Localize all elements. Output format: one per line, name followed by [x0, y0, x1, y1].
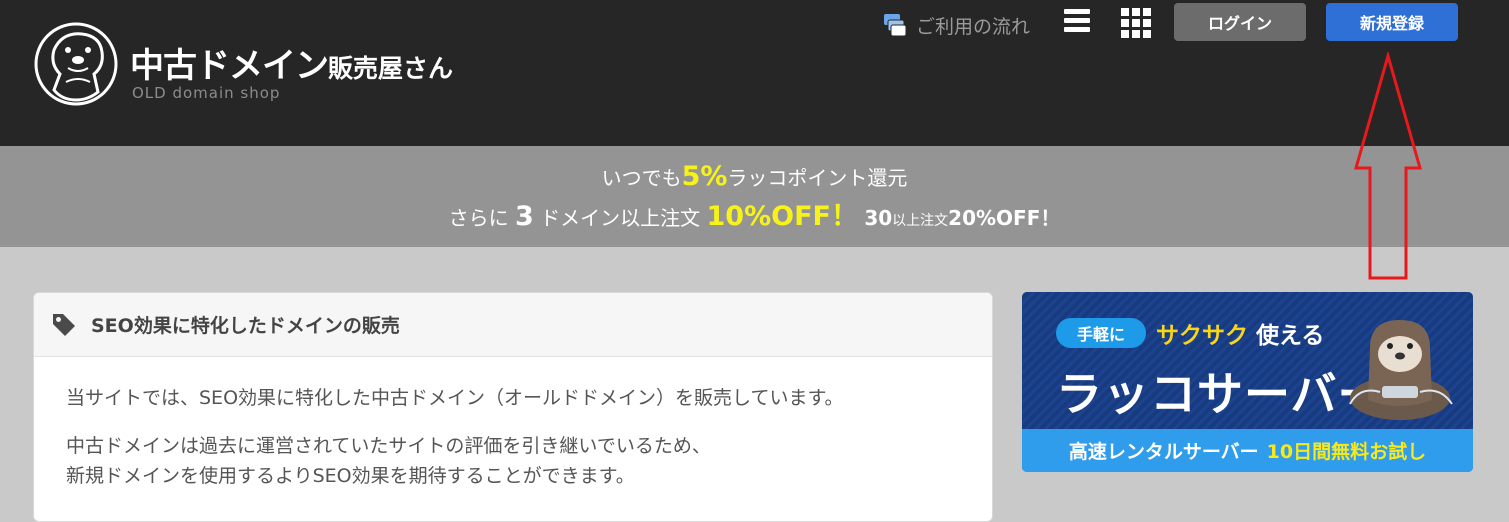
- banner-bottom-text: 高速レンタルサーバー: [1068, 441, 1259, 463]
- apps-grid-button[interactable]: [1121, 8, 1151, 38]
- grid-icon-cell: [1121, 19, 1129, 27]
- seo-domain-card: SEO効果に特化したドメインの販売 当サイトでは、SEO効果に特化した中古ドメイ…: [33, 292, 993, 522]
- flow-cards-icon: [884, 14, 907, 37]
- promo-count-30: 30: [864, 206, 893, 230]
- usage-flow-label: ご利用の流れ: [916, 15, 1031, 38]
- promo-line2-prefix: さらに: [448, 206, 509, 230]
- hamburger-icon-bar: [1064, 27, 1090, 32]
- card-header: SEO効果に特化したドメインの販売: [34, 293, 992, 357]
- banner-tagline-rest: 使える: [1256, 323, 1325, 349]
- promo-line-1: いつでも5%ラッコポイント還元: [0, 160, 1509, 195]
- promo-discount-10: 10%OFF！: [706, 201, 858, 232]
- promo-line2-mid: ドメイン以上注文: [540, 206, 701, 230]
- promo-band: いつでも5%ラッコポイント還元 さらに 3 ドメイン以上注文 10%OFF！ 3…: [0, 146, 1509, 247]
- hamburger-icon-bar: [1064, 18, 1090, 23]
- promo-line1-prefix: いつでも: [601, 166, 682, 190]
- banner-bottom-bar: 高速レンタルサーバー 10日間無料お試し: [1022, 429, 1473, 472]
- grid-icon: [1121, 8, 1129, 16]
- grid-icon-cell: [1143, 30, 1151, 38]
- card-paragraph: 中古ドメインは過去に運営されていたサイトの評価を引き継いでいるため、: [66, 435, 711, 457]
- grid-icon-cell: [1132, 30, 1140, 38]
- login-button[interactable]: ログイン: [1174, 3, 1306, 41]
- promo-discount-20: 20%OFF！: [948, 206, 1061, 230]
- banner-tagline: サクサク 使える: [1156, 316, 1324, 350]
- logo-subtitle: OLD domain shop: [132, 84, 281, 102]
- promo-line1-suffix: ラッコポイント還元: [727, 166, 908, 190]
- grid-icon-cell: [1143, 8, 1151, 16]
- promo-line-2: さらに 3 ドメイン以上注文 10%OFF！ 30以上注文20%OFF！: [0, 199, 1509, 239]
- banner-product-name: ラッコサーバー: [1056, 367, 1385, 421]
- promo-point-rate: 5%: [681, 161, 728, 192]
- otter-mascot-icon: [1349, 320, 1453, 420]
- logo-title: 中古ドメイン販売屋さん: [130, 46, 453, 89]
- grid-icon-cell: [1121, 30, 1129, 38]
- site-logo[interactable]: 中古ドメイン販売屋さん OLD domain shop: [32, 20, 472, 110]
- card-paragraph: 当サイトでは、SEO効果に特化した中古ドメイン（オールドドメイン）を販売していま…: [66, 387, 844, 409]
- usage-flow-link[interactable]: ご利用の流れ: [882, 9, 1030, 41]
- banner-free-trial: 10日間無料お試し: [1266, 441, 1427, 463]
- site-header: 中古ドメイン販売屋さん OLD domain shop ご利用の流れ ログイン …: [0, 0, 1509, 146]
- hamburger-icon: [1064, 9, 1090, 14]
- card-body: 当サイトでは、SEO効果に特化した中古ドメイン（オールドドメイン）を販売していま…: [34, 357, 992, 491]
- grid-icon-cell: [1132, 8, 1140, 16]
- logo-title-suffix: 販売屋さん: [328, 54, 454, 83]
- grid-icon-cell: [1132, 19, 1140, 27]
- rakko-server-banner[interactable]: 手軽に サクサク 使える ラッコサーバー 高速レンタルサーバー 10日間無料お試…: [1022, 292, 1473, 472]
- promo-line2-small: 以上注文: [892, 213, 949, 229]
- banner-tagline-highlight: サクサク: [1156, 323, 1248, 349]
- grid-icon-cell: [1143, 19, 1151, 27]
- hamburger-menu-button[interactable]: [1064, 9, 1092, 37]
- card-title: SEO効果に特化したドメインの販売: [91, 315, 400, 337]
- register-button[interactable]: 新規登録: [1326, 3, 1458, 41]
- card-paragraph: 新規ドメインを使用するよりSEO効果を期待することができます。: [66, 465, 635, 487]
- promo-count-3: 3: [514, 201, 534, 232]
- banner-pill: 手軽に: [1056, 318, 1146, 348]
- tag-icon: [53, 313, 75, 336]
- otter-logo-icon: [34, 22, 118, 106]
- logo-title-main: 中古ドメイン: [130, 46, 329, 86]
